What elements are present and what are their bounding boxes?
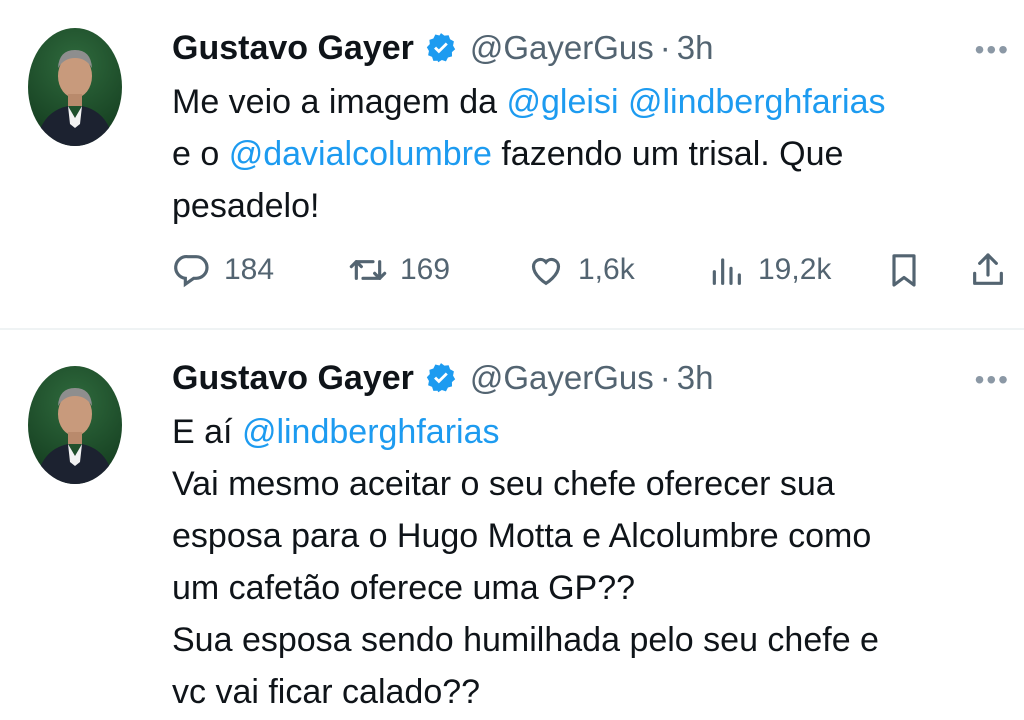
author-handle[interactable]: @GayerGus <box>470 29 654 67</box>
bookmark-icon <box>892 254 916 287</box>
views-button[interactable]: 19,2k <box>706 242 831 298</box>
tweet-text-line: pesadelo! <box>172 180 1012 232</box>
tweet-text-segment: Sua esposa sendo humilhada pelo seu chef… <box>172 621 879 659</box>
separator-dot: · <box>659 359 671 396</box>
views-count: 19,2k <box>758 253 832 286</box>
tweet-text-line: vc vai ficar calado?? <box>172 666 1012 718</box>
tweet[interactable]: Gustavo Gayer @GayerGus · 3h ••• E aí @l… <box>0 330 1024 720</box>
bookmark-button[interactable] <box>884 242 924 298</box>
reply-icon <box>174 255 209 288</box>
tweet[interactable]: Gustavo Gayer @GayerGus · 3h ••• Me veio… <box>0 0 1024 328</box>
retweet-button[interactable]: 169 <box>348 242 450 298</box>
tweet-text-segment: e o <box>172 135 229 173</box>
mention-link[interactable]: @davialcolumbre <box>229 135 492 173</box>
tweet-header: Gustavo Gayer @GayerGus · 3h <box>172 354 714 402</box>
author-name[interactable]: Gustavo Gayer <box>172 29 414 68</box>
tweet-text: E aí @lindberghfarias Vai mesmo aceitar o… <box>172 406 1012 718</box>
like-button[interactable]: 1,6k <box>526 242 635 298</box>
verified-badge-icon <box>424 361 458 395</box>
mention-link[interactable]: @lindberghfarias <box>242 413 500 451</box>
tweet-text-line: e o @davialcolumbre fazendo um trisal. Q… <box>172 128 1012 180</box>
more-icon[interactable]: ••• <box>975 34 1010 66</box>
tweet-header: Gustavo Gayer @GayerGus · 3h <box>172 24 714 72</box>
tweet-timestamp[interactable]: 3h <box>677 359 714 397</box>
tweet-text-line: Sua esposa sendo humilhada pelo seu chef… <box>172 614 1012 666</box>
tweet-text-line: esposa para o Hugo Motta e Alcolumbre co… <box>172 510 1012 562</box>
tweet-text-line: E aí @lindberghfarias <box>172 406 1012 458</box>
action-bar: 184 169 1,6k 19,2k <box>172 242 1012 298</box>
share-button[interactable] <box>968 242 1008 298</box>
tweet-text-segment: pesadelo! <box>172 187 320 225</box>
tweet-text-line: um cafetão oferece uma GP?? <box>172 562 1012 614</box>
views-icon <box>712 258 741 285</box>
mention-link[interactable]: @gleisi <box>507 83 619 121</box>
avatar[interactable] <box>28 366 122 484</box>
tweet-text-segment: Me veio a imagem da <box>172 83 507 121</box>
tweet-text-line: Me veio a imagem da @gleisi @lindberghfa… <box>172 76 1012 128</box>
verified-badge-icon <box>424 31 458 65</box>
more-icon[interactable]: ••• <box>975 364 1010 396</box>
tweet-text-segment: fazendo um trisal. Que <box>491 135 844 173</box>
like-count: 1,6k <box>578 253 635 286</box>
avatar[interactable] <box>28 28 122 146</box>
tweet-text: Me veio a imagem da @gleisi @lindberghfa… <box>172 76 1012 232</box>
tweet-text-segment: E aí <box>172 413 242 451</box>
reply-button[interactable]: 184 <box>172 242 274 298</box>
mention-link[interactable]: @lindberghfarias <box>628 83 886 121</box>
share-icon <box>973 253 1003 285</box>
tweet-timestamp[interactable]: 3h <box>677 29 714 67</box>
tweet-text-segment: esposa para o Hugo Motta e Alcolumbre co… <box>172 517 872 555</box>
retweet-count: 169 <box>400 253 451 286</box>
separator-dot: · <box>659 29 671 66</box>
tweet-text-segment: um cafetão oferece uma GP?? <box>172 569 636 607</box>
retweet-icon <box>349 260 387 280</box>
like-icon <box>531 257 561 286</box>
tweet-text-segment: Vai mesmo aceitar o seu chefe oferecer s… <box>172 465 835 503</box>
tweet-text-segment: vc vai ficar calado?? <box>172 673 481 711</box>
author-name[interactable]: Gustavo Gayer <box>172 359 414 398</box>
tweet-text-segment <box>619 83 628 121</box>
author-handle[interactable]: @GayerGus <box>470 359 654 397</box>
tweet-text-line: Vai mesmo aceitar o seu chefe oferecer s… <box>172 458 1012 510</box>
reply-count: 184 <box>224 253 275 286</box>
